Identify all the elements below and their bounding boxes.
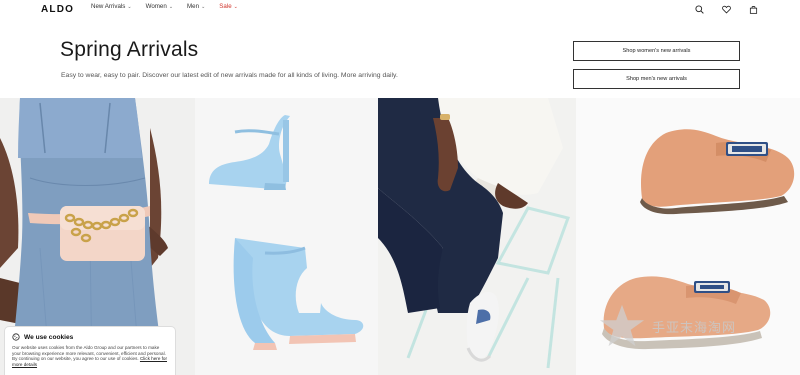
aldo-logo[interactable]: ALDO [41,4,74,15]
site-header: ALDO New Arrivals ⌄ Women ⌄ Men ⌄ Sale ⌄ [0,0,800,18]
nav-women[interactable]: Women ⌄ [146,3,173,10]
tan-loafers-image[interactable] [576,98,800,375]
bag-icon[interactable] [746,3,760,15]
chevron-down-icon: ⌄ [233,3,238,10]
mens-outfit-image[interactable] [378,98,576,375]
header-actions [692,3,760,15]
cookie-banner: We use cookies Our website uses cookies … [4,326,176,375]
nav-new-arrivals-label: New Arrivals [91,3,126,10]
chevron-down-icon: ⌄ [201,3,206,10]
shop-men-button[interactable]: Shop men's new arrivals [573,69,740,89]
cookie-title: We use cookies [24,333,74,341]
blue-heels-image[interactable] [195,98,378,375]
chevron-down-icon: ⌄ [168,3,174,10]
nav-men[interactable]: Men ⌄ [187,3,205,10]
chevron-down-icon: ⌄ [127,3,132,10]
page-subtitle: Easy to wear, easy to pair. Discover our… [61,72,398,79]
search-icon[interactable] [692,3,706,15]
main-nav: New Arrivals ⌄ Women ⌄ Men ⌄ Sale ⌄ [91,3,238,10]
page-title: Spring Arrivals [60,38,199,61]
nav-sale[interactable]: Sale ⌄ [219,3,238,10]
nav-sale-label: Sale [219,3,232,10]
cookie-icon [12,333,20,341]
shop-women-button[interactable]: Shop women's new arrivals [573,41,740,61]
heart-icon[interactable] [719,3,733,15]
nav-new-arrivals[interactable]: New Arrivals ⌄ [91,3,132,10]
nav-women-label: Women [145,3,167,10]
cookie-header: We use cookies [12,333,168,341]
cookie-body: Our website uses cookies from the Aldo G… [12,345,168,367]
nav-men-label: Men [187,3,200,10]
